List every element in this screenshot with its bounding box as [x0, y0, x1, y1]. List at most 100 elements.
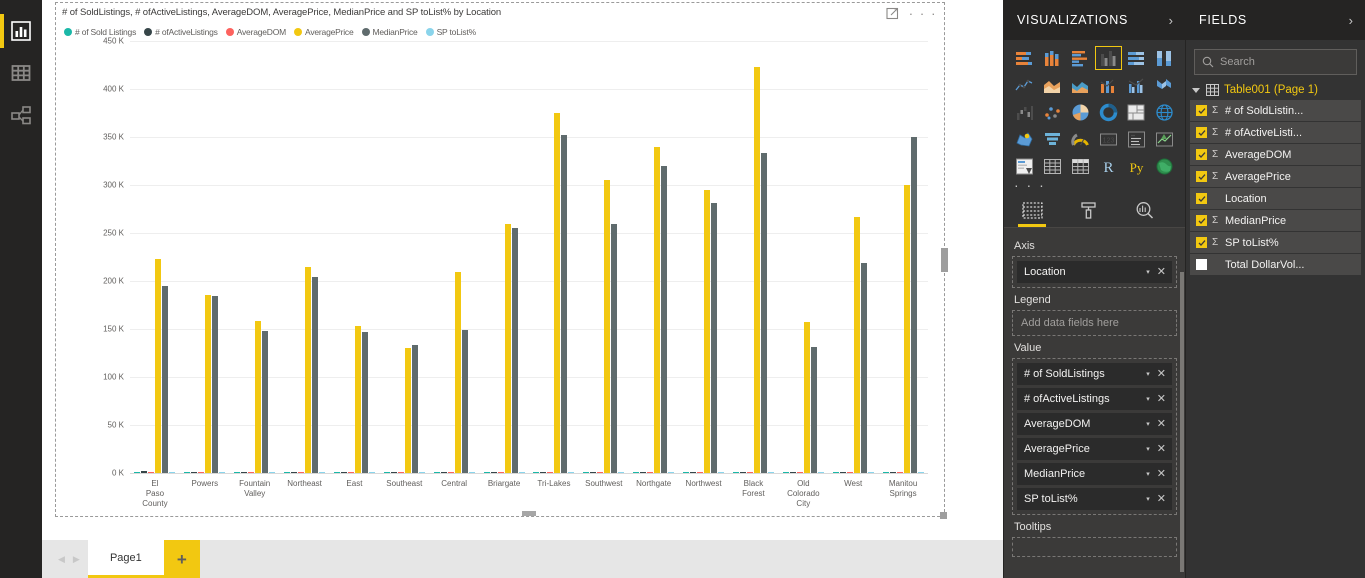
resize-handle-right[interactable]	[941, 247, 948, 272]
resize-handle-corner[interactable]	[940, 512, 947, 519]
bar[interactable]	[668, 471, 675, 473]
remove-field-icon[interactable]: ✕	[1157, 266, 1168, 278]
bar[interactable]	[454, 272, 461, 473]
field-chip[interactable]: # of SoldListings ▾ ✕	[1017, 363, 1172, 385]
bar[interactable]	[397, 471, 404, 473]
viz-type-matrix[interactable]	[1067, 154, 1093, 178]
field-checkbox[interactable]	[1196, 149, 1207, 160]
bar[interactable]	[219, 471, 226, 473]
bar-cluster[interactable]	[429, 41, 479, 473]
bar[interactable]	[739, 471, 746, 473]
bar[interactable]	[817, 471, 824, 473]
bar[interactable]	[860, 262, 867, 473]
field-item[interactable]: Σ AveragePrice	[1190, 166, 1361, 187]
bar[interactable]	[447, 471, 454, 473]
viz-type-card[interactable]: 123	[1095, 127, 1121, 151]
bar[interactable]	[241, 471, 248, 473]
clustered-column-chart-visual[interactable]: # of SoldListings, # ofActiveListings, A…	[55, 2, 948, 519]
bar[interactable]	[255, 321, 262, 473]
bar[interactable]	[561, 135, 568, 473]
viz-type-line-and-clustered-column-chart[interactable]	[1124, 73, 1150, 97]
bar[interactable]	[390, 471, 397, 473]
bar[interactable]	[640, 471, 647, 473]
bar[interactable]	[611, 224, 618, 473]
bar[interactable]	[497, 471, 504, 473]
bar[interactable]	[262, 330, 269, 473]
chevron-right-icon[interactable]: ›	[1349, 14, 1353, 27]
field-checkbox[interactable]	[1196, 259, 1207, 270]
viz-type-kpi[interactable]	[1152, 127, 1178, 151]
field-chip[interactable]: AverageDOM ▾ ✕	[1017, 413, 1172, 435]
bar-cluster[interactable]	[629, 41, 679, 473]
chevron-down-icon[interactable]: ▾	[1146, 496, 1150, 503]
bar[interactable]	[732, 471, 739, 473]
bar[interactable]	[683, 471, 690, 473]
viz-type-filled-map[interactable]	[1011, 127, 1037, 151]
field-checkbox[interactable]	[1196, 127, 1207, 138]
bar[interactable]	[690, 471, 697, 473]
chevron-down-icon[interactable]	[1192, 87, 1200, 93]
bar[interactable]	[753, 66, 760, 473]
bar[interactable]	[198, 471, 205, 473]
bar-cluster[interactable]	[280, 41, 330, 473]
bar[interactable]	[418, 471, 425, 473]
well-box-tooltips[interactable]	[1012, 537, 1177, 557]
bar[interactable]	[383, 471, 390, 473]
well-empty-legend[interactable]: Add data fields here	[1012, 310, 1177, 336]
bar[interactable]	[832, 471, 839, 473]
field-checkbox[interactable]	[1196, 215, 1207, 226]
bar[interactable]	[796, 471, 803, 473]
well-box-axis[interactable]: Location ▾ ✕	[1012, 256, 1177, 288]
bar[interactable]	[903, 185, 910, 473]
legend-item[interactable]: SP toList%	[425, 27, 476, 37]
viz-type-hundred-percent-stacked-bar-chart[interactable]	[1124, 46, 1150, 70]
bar[interactable]	[697, 471, 704, 473]
remove-field-icon[interactable]: ✕	[1157, 418, 1168, 430]
field-checkbox[interactable]	[1196, 193, 1207, 204]
bar[interactable]	[461, 329, 468, 473]
viz-type-waterfall-chart[interactable]	[1011, 100, 1037, 124]
bar[interactable]	[853, 216, 860, 473]
chevron-down-icon[interactable]: ▾	[1146, 471, 1150, 478]
scrollbar-thumb[interactable]	[522, 511, 536, 516]
remove-field-icon[interactable]: ✕	[1157, 468, 1168, 480]
bar[interactable]	[718, 471, 725, 473]
bar[interactable]	[839, 471, 846, 473]
bar[interactable]	[760, 153, 767, 473]
bar[interactable]	[882, 471, 889, 473]
bar[interactable]	[490, 471, 497, 473]
bar[interactable]	[368, 471, 375, 473]
bar[interactable]	[269, 471, 276, 473]
field-chip[interactable]: AveragePrice ▾ ✕	[1017, 438, 1172, 460]
bar[interactable]	[704, 189, 711, 473]
bar[interactable]	[540, 471, 547, 473]
bar[interactable]	[597, 471, 604, 473]
bar[interactable]	[889, 471, 896, 473]
rail-item-report-view[interactable]	[0, 10, 42, 52]
remove-field-icon[interactable]: ✕	[1157, 393, 1168, 405]
bar[interactable]	[647, 471, 654, 473]
chevron-down-icon[interactable]: ▾	[1146, 269, 1150, 276]
viz-type-ribbon-chart[interactable]	[1152, 73, 1178, 97]
field-chip[interactable]: SP toList% ▾ ✕	[1017, 488, 1172, 510]
bar-cluster[interactable]	[778, 41, 828, 473]
pane-scrollbar[interactable]	[1180, 272, 1184, 572]
bar[interactable]	[440, 471, 447, 473]
bar[interactable]	[583, 471, 590, 473]
bar[interactable]	[789, 471, 796, 473]
remove-field-icon[interactable]: ✕	[1157, 443, 1168, 455]
bar[interactable]	[511, 228, 518, 473]
bar[interactable]	[917, 471, 924, 473]
bar[interactable]	[803, 322, 810, 473]
bar[interactable]	[347, 471, 354, 473]
bar-cluster[interactable]	[230, 41, 280, 473]
viz-type-python-visual[interactable]: Py	[1124, 154, 1150, 178]
viz-type-hundred-percent-stacked-column-chart[interactable]	[1152, 46, 1178, 70]
bar[interactable]	[618, 471, 625, 473]
field-checkbox[interactable]	[1196, 105, 1207, 116]
bar-cluster[interactable]	[878, 41, 928, 473]
bar[interactable]	[654, 146, 661, 473]
bar-cluster[interactable]	[330, 41, 380, 473]
viz-type-line-and-stacked-column-chart[interactable]	[1095, 73, 1121, 97]
page-tab-page1[interactable]: Page1	[87, 540, 164, 578]
